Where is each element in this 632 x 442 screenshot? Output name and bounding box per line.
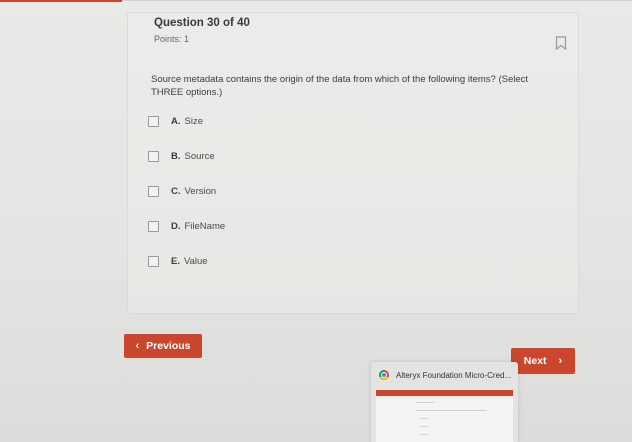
option-e[interactable]: E. Value	[148, 256, 208, 267]
question-header: Question 30 of 40	[154, 17, 250, 29]
thumb-line	[416, 410, 486, 411]
previous-button[interactable]: ‹ Previous	[124, 334, 202, 358]
thumb-line	[416, 402, 434, 403]
option-b-letter: B.	[171, 151, 181, 162]
option-c[interactable]: C. Version	[148, 186, 216, 197]
option-a[interactable]: A. Size	[148, 116, 203, 127]
option-b-label: Source	[184, 151, 215, 162]
option-c-checkbox[interactable]	[148, 186, 159, 197]
option-d[interactable]: D. FileName	[148, 221, 225, 232]
option-a-letter: A.	[171, 116, 181, 127]
next-button-label: Next	[523, 355, 547, 367]
previous-button-label: Previous	[146, 340, 191, 352]
option-b-checkbox[interactable]	[148, 151, 159, 162]
option-a-checkbox[interactable]	[148, 116, 159, 127]
option-d-checkbox[interactable]	[148, 221, 159, 232]
bookmark-icon[interactable]	[555, 36, 567, 51]
question-card	[127, 12, 579, 314]
option-c-label: Version	[184, 186, 217, 197]
top-divider	[122, 0, 632, 1]
chrome-icon	[379, 370, 389, 380]
preview-header: Alteryx Foundation Micro-Cred...	[371, 362, 518, 388]
next-button[interactable]: Next ›	[511, 348, 575, 374]
option-e-letter: E.	[171, 256, 180, 267]
taskbar-window-preview[interactable]: Alteryx Foundation Micro-Cred...	[371, 362, 518, 442]
thumb-line	[420, 426, 428, 427]
question-points: Points: 1	[154, 34, 190, 44]
preview-title: Alteryx Foundation Micro-Cred...	[396, 370, 512, 380]
option-d-letter: D.	[171, 221, 181, 232]
thumb-line	[420, 418, 428, 419]
option-e-label: Value	[183, 256, 208, 267]
option-c-letter: C.	[171, 186, 181, 197]
option-b[interactable]: B. Source	[148, 151, 215, 162]
option-d-label: FileName	[184, 221, 226, 232]
question-text: Source metadata contains the origin of t…	[151, 74, 529, 98]
option-e-checkbox[interactable]	[148, 256, 159, 267]
thumb-line	[420, 434, 428, 435]
preview-thumbnail	[376, 390, 513, 442]
chevron-right-icon: ›	[558, 354, 563, 367]
top-accent-bar	[0, 0, 122, 2]
chevron-left-icon: ‹	[135, 339, 140, 352]
option-a-label: Size	[184, 116, 203, 127]
